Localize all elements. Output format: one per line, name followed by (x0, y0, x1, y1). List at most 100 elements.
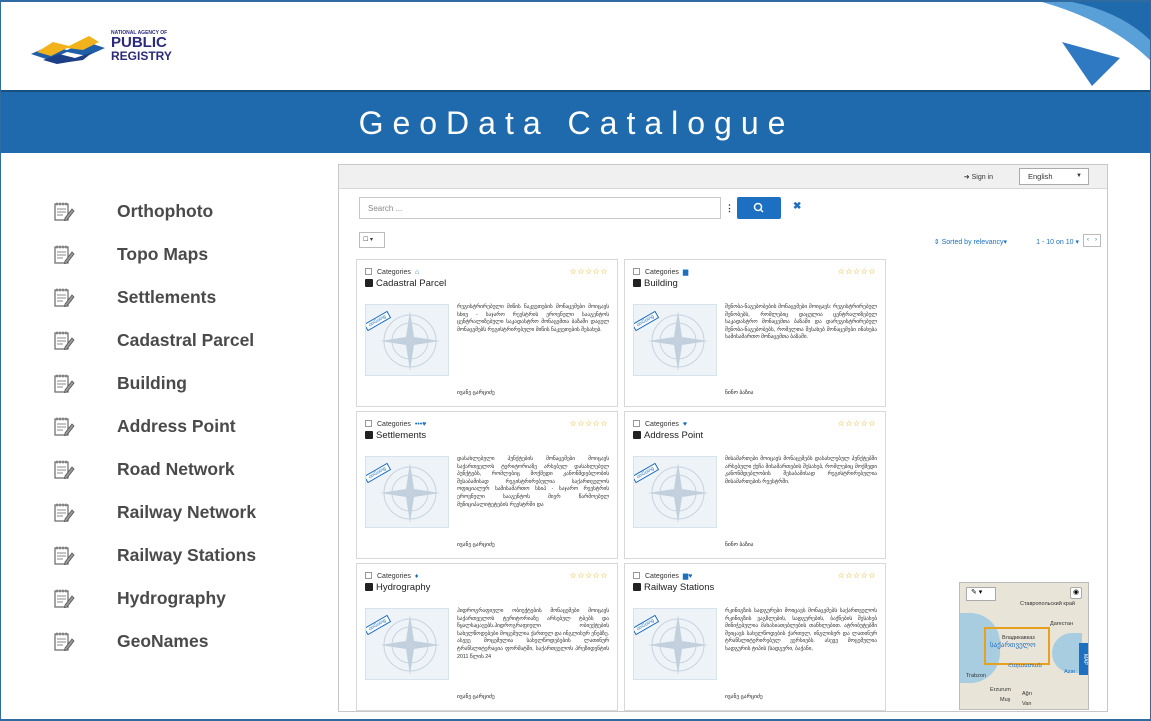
layer-list-item[interactable]: Orthophoto (53, 190, 256, 233)
card-title[interactable]: Hydrography (365, 582, 430, 593)
card-title[interactable]: Address Point (633, 430, 703, 441)
card-select-checkbox[interactable] (365, 572, 372, 579)
card-owner: ივანე ცარციძე (457, 694, 495, 700)
notepad-edit-icon (54, 589, 75, 608)
layer-list-item[interactable]: Railway Stations (53, 534, 256, 577)
result-card[interactable]: Categories ♦ ☆☆☆☆☆ Hydrography onGoing ჰიდრო… (356, 563, 618, 711)
layer-list-item[interactable]: Hydrography (53, 577, 256, 620)
card-title-text: Railway Stations (644, 582, 715, 593)
clear-search-icon[interactable]: ✖ (793, 201, 801, 212)
category-label: Categories (645, 269, 679, 276)
card-title[interactable]: Cadastral Parcel (365, 278, 446, 289)
language-select[interactable]: English ▼ (1019, 168, 1089, 185)
pager-dropdown[interactable]: 1 - 10 on 10 ▾ (1036, 238, 1079, 246)
card-category: Categories ♦ (365, 572, 418, 580)
select-all-dropdown[interactable]: ☐ ▾ (359, 232, 385, 248)
logo-word-public: PUBLIC (111, 34, 167, 51)
layer-list: Orthophoto Topo Maps Settlements Cadastral … (53, 190, 256, 663)
map-place-azer: Azər (1064, 669, 1076, 675)
card-owner: ივანე ცარციძე (725, 694, 763, 700)
next-page-icon[interactable]: › (1092, 235, 1100, 246)
category-label: Categories (377, 269, 411, 276)
map-layers-icon[interactable]: ◉ (1070, 587, 1082, 599)
category-label: Categories (377, 421, 411, 428)
card-description: შენობა-ნაგებობების მონაცემები მოიცავს: რ… (725, 304, 877, 341)
category-icon: ♦ (414, 573, 419, 580)
card-owner: ნინო ბაზია (725, 390, 754, 396)
card-description: რეგისტრირებული მიწის ნაკვეთების მონაცემე… (457, 304, 609, 333)
result-card[interactable]: Categories ⌂ ☆☆☆☆☆ Cadastral Parcel onGoing… (356, 259, 618, 407)
map-preview[interactable]: ✎ ▾ ◉ Ставропольский край Владикавказ Да… (959, 582, 1089, 710)
sort-dropdown[interactable]: ⇕ Sorted by relevancy▾ (934, 238, 1007, 246)
notepad-edit-icon (54, 632, 75, 651)
notepad-edit-icon (54, 460, 75, 479)
map-place-erzurum: Erzurum (990, 687, 1011, 693)
card-title[interactable]: Settlements (365, 430, 426, 441)
layer-list-item[interactable]: Topo Maps (53, 233, 256, 276)
sign-in-link[interactable]: ➜ Sign in (964, 173, 993, 181)
card-category: Categories ▆ (633, 268, 688, 276)
search-button[interactable] (737, 197, 781, 219)
card-description: დასახლებული პუნქტების მონაცემები მოიცავს… (457, 456, 609, 508)
notepad-edit-icon (54, 374, 75, 393)
title-band: GeoData Catalogue (1, 90, 1150, 153)
layer-list-label: Settlements (117, 287, 217, 307)
card-title-text: Address Point (644, 430, 704, 441)
card-select-checkbox[interactable] (633, 572, 640, 579)
map-place-mus: Muş (1000, 697, 1011, 703)
pager-buttons: ‹ › (1083, 234, 1101, 247)
result-card[interactable]: Categories ♥ ☆☆☆☆☆ Address Point onGoing მის… (624, 411, 886, 559)
layer-list-item[interactable]: Road Network (53, 448, 256, 491)
map-place-agri: Ağrı (1022, 691, 1033, 697)
card-title[interactable]: Railway Stations (633, 582, 714, 593)
slide-header: NATIONAL AGENCY OF PUBLIC REGISTRY (1, 0, 1150, 91)
card-description: ჰიდროგრაფიული ობიექტების მონაცემები მოიც… (457, 608, 609, 660)
card-select-checkbox[interactable] (633, 420, 640, 427)
notepad-edit-icon (54, 202, 75, 221)
card-thumbnail: onGoing (365, 304, 449, 376)
layer-list-item[interactable]: Settlements (53, 276, 256, 319)
notepad-edit-icon (54, 417, 75, 436)
map-place-dagestan: Дагестан (1050, 621, 1074, 627)
category-icon: ▆ (682, 269, 689, 276)
card-category: Categories •••♥ (365, 420, 426, 428)
layer-list-item[interactable]: GeoNames (53, 620, 256, 663)
layer-list-item[interactable]: Building (53, 362, 256, 405)
layer-list-label: Cadastral Parcel (117, 330, 255, 350)
card-thumbnail: onGoing (633, 608, 717, 680)
card-select-checkbox[interactable] (633, 268, 640, 275)
card-title-text: Hydrography (376, 582, 431, 593)
layer-list-item[interactable]: Cadastral Parcel (53, 319, 256, 362)
layer-list-item[interactable]: Address Point (53, 405, 256, 448)
result-card[interactable]: Categories •••♥ ☆☆☆☆☆ Settlements onGoing და… (356, 411, 618, 559)
pager-label: 1 - 10 on 10 (1036, 239, 1074, 246)
card-thumbnail: onGoing (633, 456, 717, 528)
prev-page-icon[interactable]: ‹ (1084, 235, 1092, 246)
card-select-checkbox[interactable] (365, 420, 372, 427)
rating-stars: ☆☆☆☆☆ (837, 267, 876, 276)
map-draw-tool[interactable]: ✎ ▾ (966, 587, 996, 601)
card-owner: ივანე ცარციძე (457, 390, 495, 396)
category-icon: ♥ (682, 421, 687, 428)
search-input[interactable]: Search ... (359, 197, 721, 219)
layer-list-label: Railway Stations (117, 545, 257, 565)
category-icon: ⌂ (414, 269, 420, 276)
layer-list-item[interactable]: Railway Network (53, 491, 256, 534)
app-top-bar: ➜ Sign in English ▼ (339, 165, 1107, 189)
map-tab[interactable]: MAP (1079, 643, 1088, 675)
notepad-edit-icon (54, 288, 75, 307)
layer-list-label: Hydrography (117, 588, 226, 608)
card-title-text: Building (644, 278, 678, 289)
notepad-edit-icon (54, 331, 75, 350)
layer-list-label: Railway Network (117, 502, 257, 522)
card-category: Categories ⌂ (365, 268, 419, 276)
result-card[interactable]: Categories ▆ ☆☆☆☆☆ Building onGoing შენობა-ნ… (624, 259, 886, 407)
layer-list-label: Road Network (117, 459, 235, 479)
card-thumbnail: onGoing (633, 304, 717, 376)
database-icon (633, 431, 641, 439)
result-card[interactable]: Categories ▆♥ ☆☆☆☆☆ Railway Stations onGoin… (624, 563, 886, 711)
card-select-checkbox[interactable] (365, 268, 372, 275)
more-options-icon[interactable]: ⋮ (725, 203, 734, 214)
card-title[interactable]: Building (633, 278, 678, 289)
language-value: English (1028, 172, 1053, 181)
